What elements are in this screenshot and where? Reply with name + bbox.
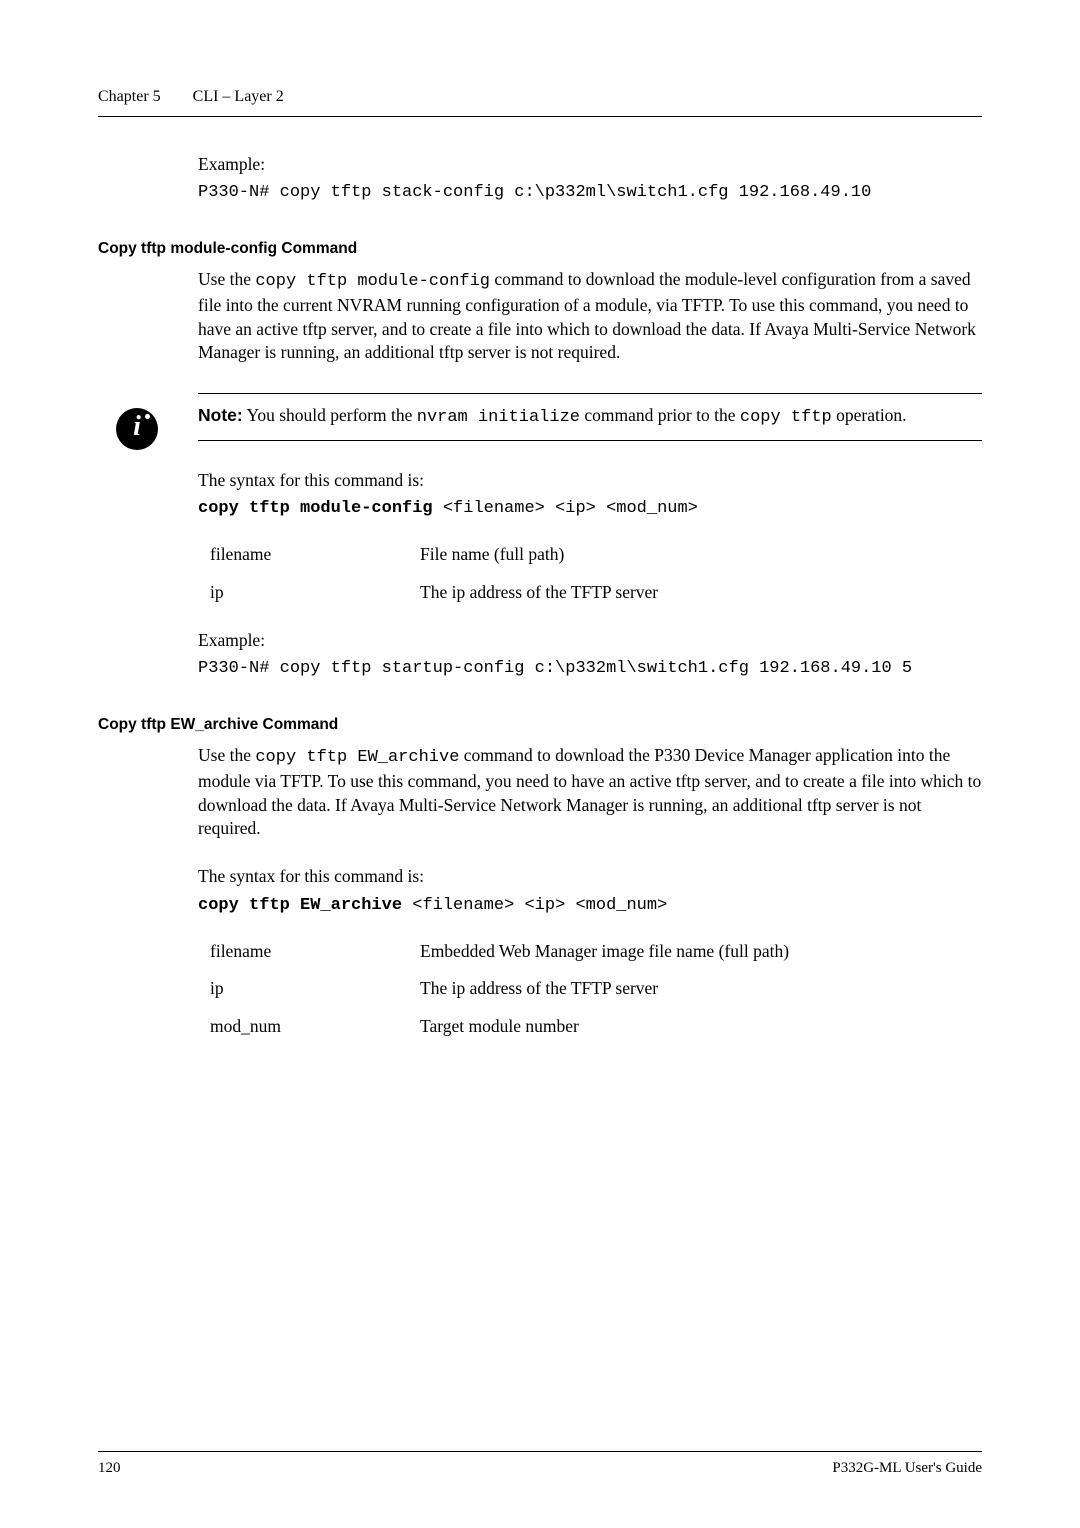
chapter-label: Chapter 5 (98, 88, 161, 105)
definition-term: ip (210, 581, 420, 605)
example-code: P330-N# copy tftp stack-config c:\p332ml… (198, 182, 982, 205)
definition-row: ip The ip address of the TFTP server (198, 581, 982, 605)
page-header: Chapter 5 CLI – Layer 2 (98, 86, 982, 117)
section-heading: Copy tftp EW_archive Command (98, 715, 982, 736)
syntax-line: copy tftp EW_archive <filename> <ip> <mo… (198, 895, 982, 918)
definition-row: filename Embedded Web Manager image file… (198, 940, 982, 964)
definition-row: ip The ip address of the TFTP server (198, 977, 982, 1001)
syntax-intro: The syntax for this command is: (198, 469, 982, 493)
definition-desc: The ip address of the TFTP server (420, 977, 982, 1001)
note-block: Note: You should perform the nvram initi… (198, 393, 982, 441)
definition-desc: The ip address of the TFTP server (420, 581, 982, 605)
definition-term: ip (210, 977, 420, 1001)
syntax-line: copy tftp module-config <filename> <ip> … (198, 498, 982, 521)
definition-row: filename File name (full path) (198, 543, 982, 567)
example-label: Example: (198, 153, 982, 177)
page-number: 120 (98, 1458, 121, 1478)
section-heading: Copy tftp module-config Command (98, 239, 982, 260)
note-text: Note: You should perform the nvram initi… (198, 404, 982, 430)
chapter-title: CLI – Layer 2 (193, 88, 284, 105)
definition-row: mod_num Target module number (198, 1015, 982, 1039)
definition-desc: Target module number (420, 1015, 982, 1039)
definition-term: filename (210, 940, 420, 964)
definition-desc: File name (full path) (420, 543, 982, 567)
syntax-intro: The syntax for this command is: (198, 865, 982, 889)
guide-title: P332G-ML User's Guide (832, 1458, 982, 1478)
info-icon (116, 408, 158, 450)
definition-term: filename (210, 543, 420, 567)
section-paragraph: Use the copy tftp EW_archive command to … (198, 744, 982, 841)
definition-desc: Embedded Web Manager image file name (fu… (420, 940, 982, 964)
page-footer: 120 P332G-ML User's Guide (98, 1451, 982, 1478)
example-label: Example: (198, 629, 982, 653)
example-code: P330-N# copy tftp startup-config c:\p332… (198, 658, 982, 681)
section-paragraph: Use the copy tftp module-config command … (198, 268, 982, 365)
definition-term: mod_num (210, 1015, 420, 1039)
